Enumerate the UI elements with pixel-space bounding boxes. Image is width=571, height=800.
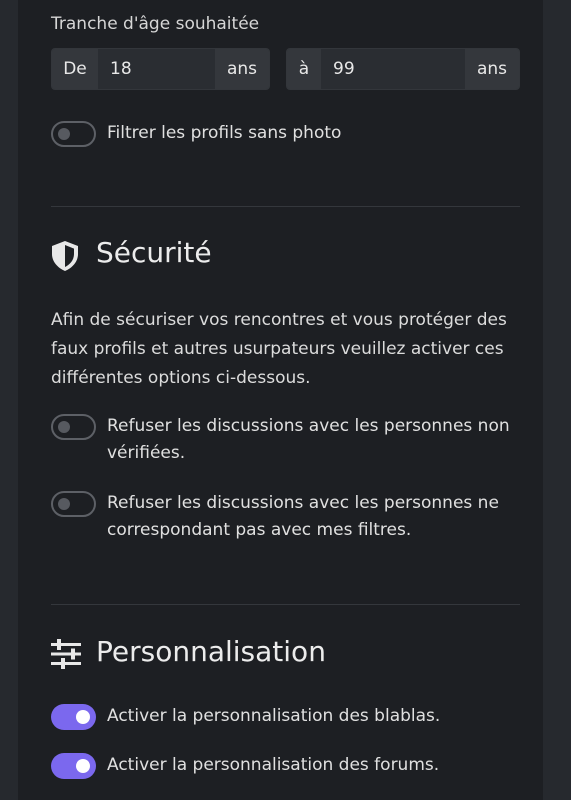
forums-personalisation-label: Activer la personnalisation des forums.: [107, 755, 440, 775]
security-description: Afin de sécuriser vos rencontres et vous…: [51, 310, 507, 388]
refuse-unverified-toggle[interactable]: [51, 414, 96, 440]
toggle-knob: [58, 421, 70, 433]
age-to-prefix: à: [287, 49, 321, 89]
refuse-unverified-label: Refuser les discussions avec les personn…: [107, 416, 510, 463]
divider: [51, 206, 520, 207]
no-photo-label: Filtrer les profils sans photo: [107, 123, 342, 143]
age-to-group: à 99 ans: [286, 48, 520, 90]
blablas-personalisation-toggle[interactable]: [51, 704, 96, 730]
age-from-prefix: De: [52, 49, 98, 89]
age-from-input[interactable]: 18: [98, 49, 215, 89]
refuse-nonmatching-toggle[interactable]: [51, 491, 96, 517]
no-photo-toggle[interactable]: [51, 121, 96, 147]
refuse-nonmatching-label: Refuser les discussions avec les personn…: [107, 493, 499, 540]
sliders-icon: [51, 639, 81, 669]
toggle-knob: [58, 498, 70, 510]
age-from-group: De 18 ans: [51, 48, 270, 90]
divider: [51, 604, 520, 605]
age-from-suffix: ans: [215, 49, 269, 89]
blablas-personalisation-label: Activer la personnalisation des blablas.: [107, 706, 441, 726]
age-range-label: Tranche d'âge souhaitée: [51, 14, 260, 34]
toggle-knob: [76, 759, 90, 773]
security-title: Sécurité: [96, 236, 212, 269]
forums-personalisation-toggle[interactable]: [51, 753, 96, 779]
age-to-input[interactable]: 99: [321, 49, 465, 89]
age-to-suffix: ans: [465, 49, 519, 89]
personalisation-title: Personnalisation: [96, 635, 326, 668]
shield-icon: [52, 241, 78, 271]
toggle-knob: [76, 710, 90, 724]
toggle-knob: [58, 128, 70, 140]
